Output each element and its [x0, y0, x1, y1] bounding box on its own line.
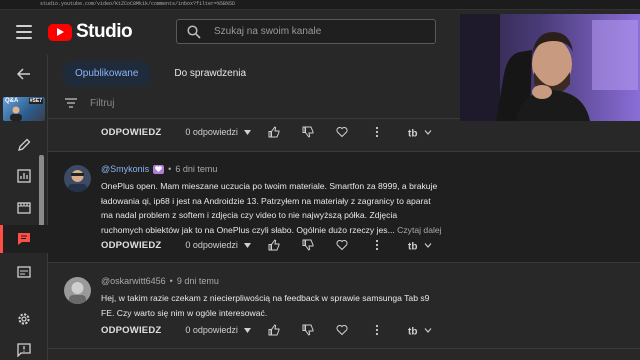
sidebar-item-editor[interactable] — [0, 194, 48, 222]
chevron-down-icon — [243, 327, 251, 333]
sidebar-item-subtitles[interactable] — [0, 258, 48, 286]
video-thumbnail[interactable]: Q&A #SE7 — [3, 97, 45, 121]
filter-label: Filtruj — [90, 97, 115, 109]
read-more-link[interactable]: Czytaj dalej — [397, 225, 441, 235]
reply-button[interactable]: ODPOWIEDZ — [101, 240, 161, 251]
comment-time: 9 dni temu — [176, 276, 219, 286]
svg-text:tb: tb — [408, 242, 417, 252]
replies-count: 0 odpowiedzi — [185, 325, 238, 335]
youtube-studio-logo[interactable]: Studio — [48, 21, 133, 42]
more-options-icon[interactable] — [371, 126, 383, 138]
comment-text: OnePlus open. Mam mieszane uczucia po tw… — [101, 179, 465, 237]
comment-text-line-last: ruchomych obiektów jak to na OnePlus czy… — [101, 223, 465, 238]
browser-url-bar[interactable]: studio.youtube.com/video/KtZCoC8Mk1k/com… — [0, 0, 640, 10]
thumbnail-label-right: #SE7 — [28, 98, 43, 104]
comment-actions: ODPOWIEDZ 0 odpowiedzi — [101, 236, 251, 254]
filter-bar[interactable]: Filtruj — [64, 93, 114, 113]
replies-count: 0 odpowiedzi — [185, 127, 238, 137]
heart-icon[interactable] — [336, 324, 348, 336]
menu-icon[interactable] — [16, 25, 32, 39]
comment-tabs: Opublikowane Do sprawdzenia — [62, 61, 269, 87]
more-options-icon[interactable] — [371, 324, 383, 336]
search-placeholder: Szukaj na swoim kanale — [214, 26, 322, 37]
tab-held-for-review[interactable]: Do sprawdzenia — [161, 61, 259, 87]
reply-button[interactable]: ODPOWIEDZ — [101, 325, 161, 336]
heart-icon[interactable] — [336, 239, 348, 251]
channel-reply-avatar-icon[interactable]: tb — [408, 324, 432, 336]
comment-text-line: Hej, w takim razie czekam z niecierpliwo… — [101, 293, 430, 303]
comment-separator — [48, 262, 640, 263]
search-icon — [187, 25, 201, 39]
tab-published[interactable]: Opublikowane — [62, 61, 152, 87]
replies-dropdown[interactable]: 0 odpowiedzi — [185, 127, 251, 137]
comment-author-line: @oskarwitt6456 • 9 dni temu — [101, 276, 219, 286]
comment-author[interactable]: @oskarwitt6456 — [101, 276, 166, 286]
filter-divider — [48, 118, 460, 119]
replies-dropdown[interactable]: 0 odpowiedzi — [185, 325, 251, 335]
separator-dot: • — [168, 164, 172, 174]
sidebar-item-analytics[interactable] — [0, 162, 48, 190]
comment-text-line: FE. Czy warto się nim w ogóle interesowa… — [101, 307, 268, 318]
logo-text: Studio — [76, 21, 133, 42]
thumbs-up-icon[interactable] — [268, 324, 280, 336]
comments-icon — [18, 233, 30, 245]
sidebar-item-comments[interactable] — [0, 225, 48, 253]
sidebar-item-settings[interactable] — [0, 305, 48, 333]
comment-author[interactable]: @Smykonis — [101, 164, 149, 174]
analytics-icon — [17, 169, 31, 183]
comment-actions: ODPOWIEDZ 0 odpowiedzi — [101, 123, 251, 141]
chevron-down-icon — [243, 129, 251, 135]
url-text: studio.youtube.com/video/KtZCoC8Mk1k/com… — [40, 1, 236, 7]
comment-text-line: ruchomych obiektów jak to na OnePlus czy… — [101, 224, 395, 235]
more-options-icon[interactable] — [371, 239, 383, 251]
member-badge-icon — [153, 164, 165, 174]
thumbs-down-icon[interactable] — [302, 324, 314, 336]
thumbs-up-icon[interactable] — [268, 239, 280, 251]
channel-reply-avatar-icon[interactable]: tb — [408, 239, 432, 251]
comment-text-line: ładowania qi, ip68 i jest na Androidzie … — [101, 195, 431, 206]
channel-reply-avatar-icon[interactable]: tb — [408, 126, 432, 138]
thumbs-up-icon[interactable] — [268, 126, 280, 138]
pencil-icon — [18, 138, 31, 151]
feedback-icon — [17, 343, 31, 357]
avatar[interactable] — [64, 165, 91, 192]
reply-button[interactable]: ODPOWIEDZ — [101, 127, 161, 138]
comment-text-line: ma nadal problem z softem i zdjęcia czy … — [101, 210, 398, 220]
separator-dot: • — [169, 276, 173, 286]
thumbs-down-icon[interactable] — [302, 239, 314, 251]
sidebar-item-details[interactable] — [0, 131, 48, 159]
screen: studio.youtube.com/video/KtZCoC8Mk1k/com… — [0, 0, 640, 360]
search-field[interactable]: Szukaj na swoim kanale — [176, 19, 436, 44]
sidebar: Q&A #SE7 — [0, 55, 48, 360]
film-icon — [17, 202, 31, 214]
webcam-overlay — [460, 14, 640, 121]
comment-text: Hej, w takim razie czekam z niecierpliwo… — [101, 291, 465, 320]
comment-text-line: OnePlus open. Mam mieszane uczucia po tw… — [101, 181, 438, 191]
svg-text:tb: tb — [408, 129, 417, 139]
sidebar-item-feedback[interactable] — [0, 336, 48, 360]
subtitles-icon — [17, 266, 31, 278]
comment-time: 6 dni temu — [175, 164, 218, 174]
back-arrow-icon[interactable] — [0, 60, 48, 88]
replies-count: 0 odpowiedzi — [185, 240, 238, 250]
heart-icon[interactable] — [336, 126, 348, 138]
person-figure-icon — [10, 106, 22, 121]
svg-text:tb: tb — [408, 327, 417, 337]
thumbnail-label-left: Q&A — [5, 98, 19, 104]
filter-icon — [65, 98, 77, 108]
avatar[interactable] — [64, 277, 91, 304]
comment-separator — [48, 348, 640, 349]
thumbs-down-icon[interactable] — [302, 126, 314, 138]
chevron-down-icon — [243, 242, 251, 248]
youtube-play-icon — [48, 23, 72, 41]
comment-actions: ODPOWIEDZ 0 odpowiedzi — [101, 321, 251, 339]
replies-dropdown[interactable]: 0 odpowiedzi — [185, 240, 251, 250]
gear-icon — [18, 313, 30, 325]
comment-author-line: @Smykonis • 6 dni temu — [101, 164, 217, 174]
